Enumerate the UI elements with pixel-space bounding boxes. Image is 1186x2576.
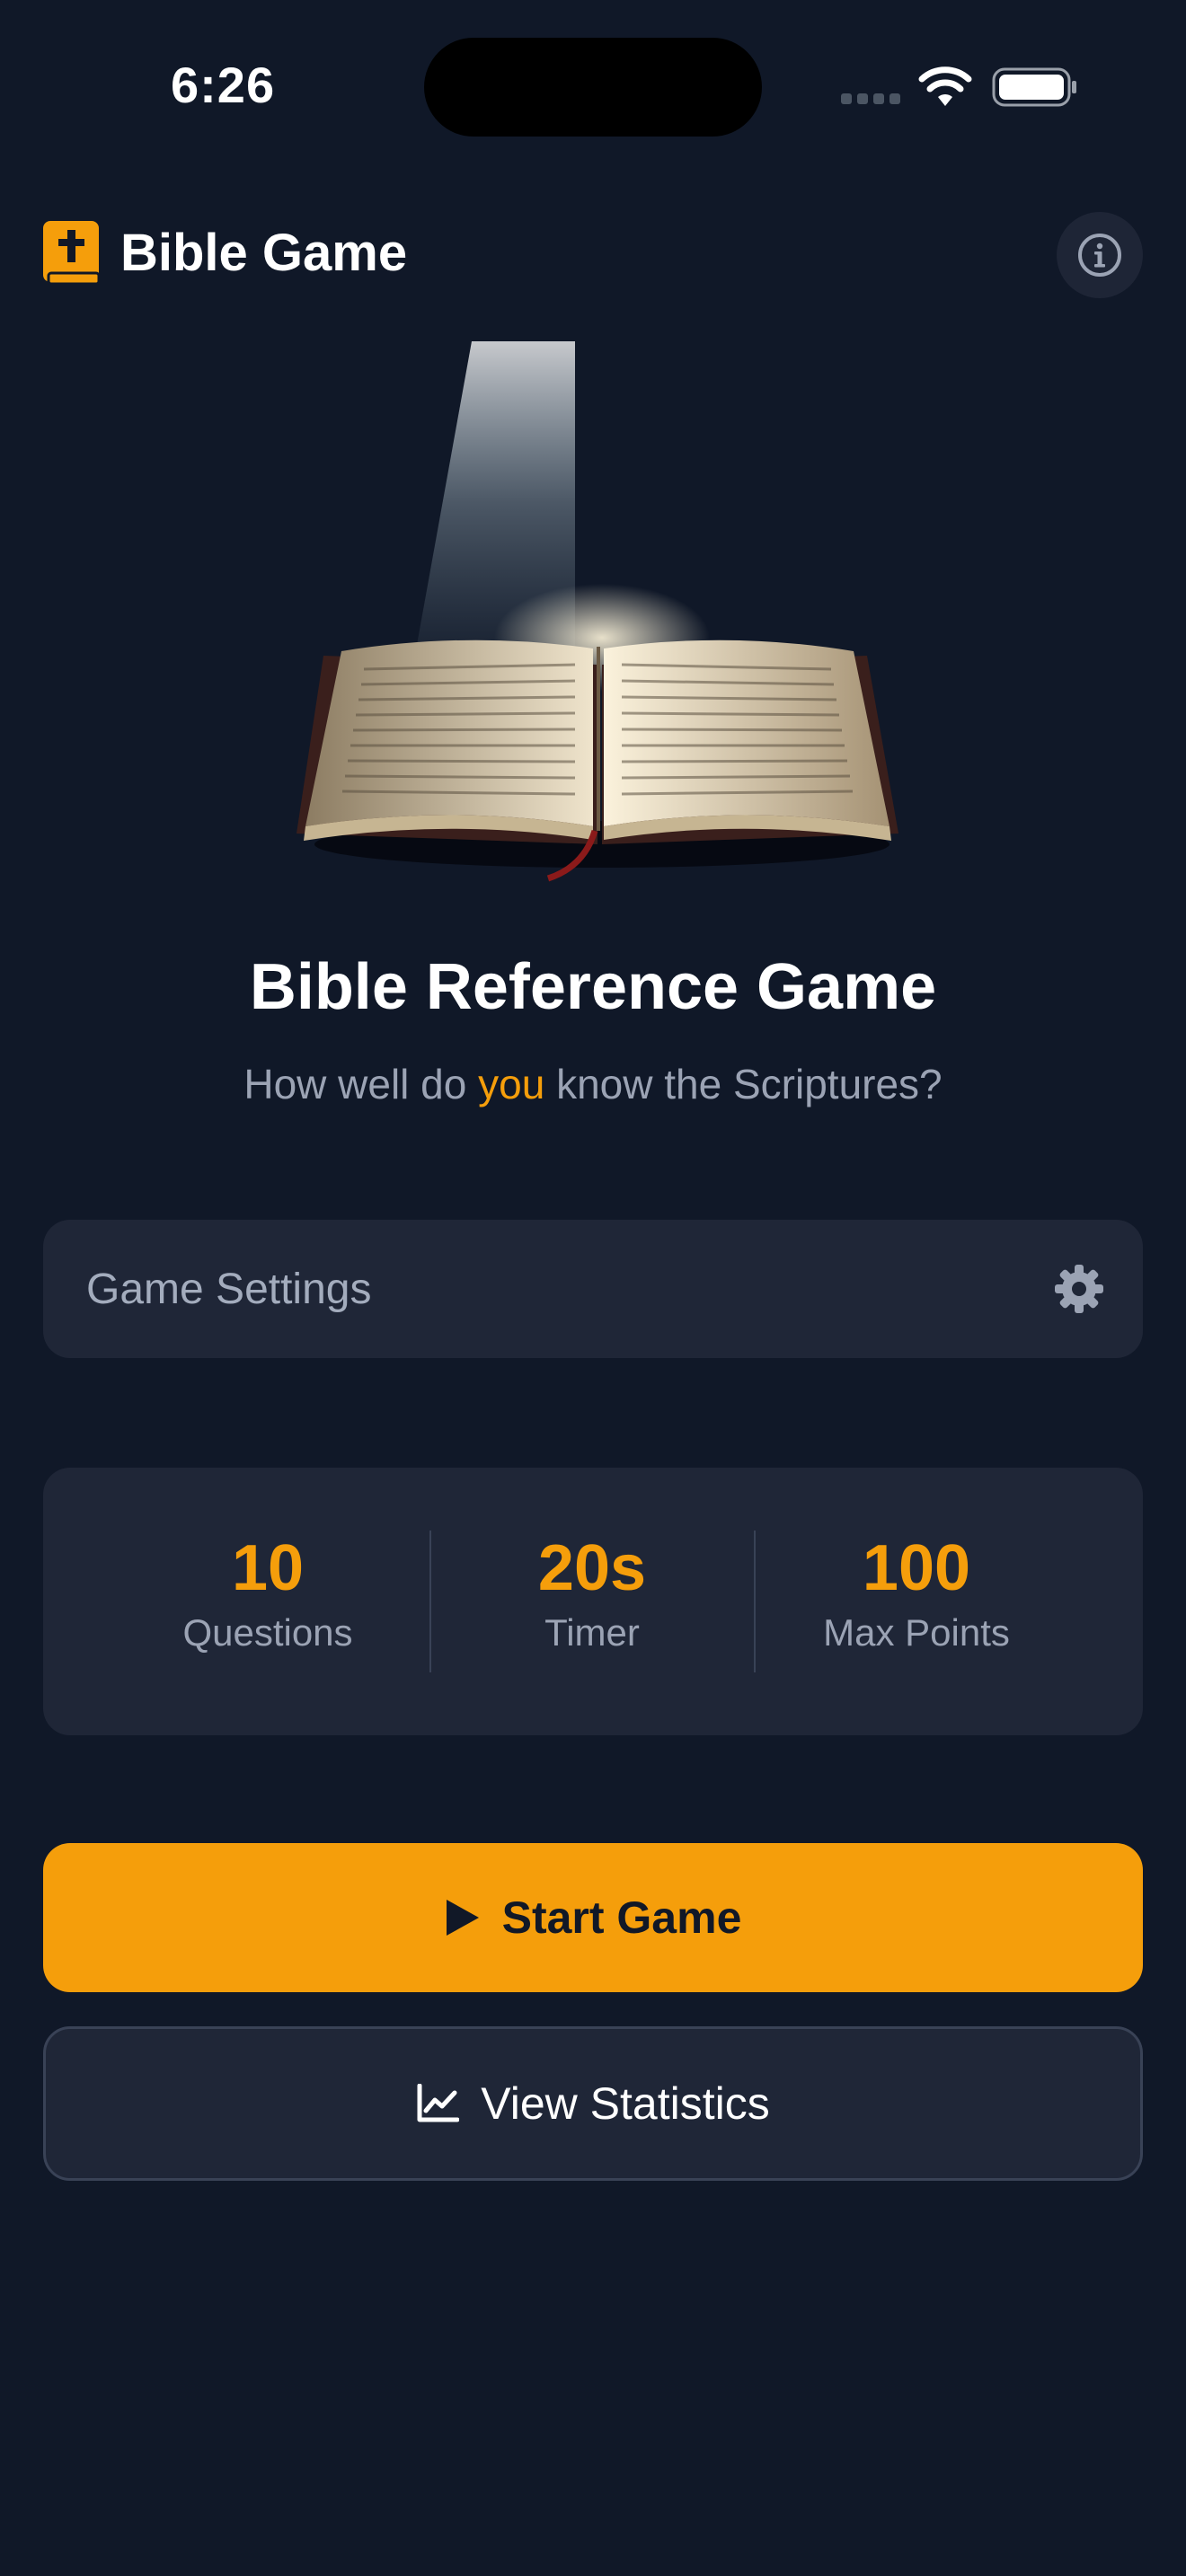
dynamic-island bbox=[424, 38, 762, 137]
status-time: 6:26 bbox=[171, 57, 276, 113]
app-title: Bible Game bbox=[120, 224, 408, 282]
stat-label: Questions bbox=[182, 1611, 353, 1654]
gear-icon bbox=[1055, 1265, 1103, 1313]
open-bible-illustration bbox=[296, 341, 898, 882]
wifi-icon bbox=[918, 66, 972, 106]
game-settings-row[interactable]: Game Settings bbox=[43, 1220, 1143, 1358]
subtitle-text-end: know the Scriptures? bbox=[544, 1061, 943, 1107]
view-statistics-button[interactable]: View Statistics bbox=[43, 2026, 1143, 2181]
start-game-button[interactable]: Start Game bbox=[43, 1843, 1143, 1992]
stat-questions: 10 Questions bbox=[106, 1536, 429, 1654]
stat-label: Max Points bbox=[823, 1611, 1010, 1654]
subtitle-accent: you bbox=[478, 1061, 545, 1107]
game-settings-label: Game Settings bbox=[86, 1266, 372, 1313]
stat-value: 20s bbox=[537, 1532, 647, 1604]
stat-value: 10 bbox=[231, 1532, 305, 1604]
stat-value: 100 bbox=[862, 1532, 971, 1604]
battery-icon bbox=[992, 67, 1076, 107]
play-icon bbox=[446, 1900, 479, 1936]
info-icon bbox=[1078, 234, 1121, 277]
app-screen: 6:26 Bible Game Bible Reference Game How… bbox=[0, 0, 1186, 2576]
start-game-label: Start Game bbox=[501, 1892, 742, 1943]
cellular-signal-icon bbox=[841, 93, 900, 106]
game-title: Bible Reference Game bbox=[249, 951, 937, 1023]
chart-line-icon bbox=[417, 2084, 460, 2122]
info-button[interactable] bbox=[1057, 212, 1143, 298]
stat-max-points: 100 Max Points bbox=[755, 1536, 1078, 1654]
game-subtitle: How well do you know the Scriptures? bbox=[0, 1060, 1186, 1108]
bible-cross-icon bbox=[43, 221, 101, 286]
game-stats-card: 10 Questions 20s Timer 100 Max Points bbox=[43, 1468, 1143, 1735]
app-header: Bible Game bbox=[43, 212, 1143, 311]
stat-timer: 20s Timer bbox=[430, 1536, 754, 1654]
stat-label: Timer bbox=[544, 1611, 640, 1654]
subtitle-text: How well do bbox=[243, 1061, 479, 1107]
view-statistics-label: View Statistics bbox=[481, 2078, 770, 2129]
